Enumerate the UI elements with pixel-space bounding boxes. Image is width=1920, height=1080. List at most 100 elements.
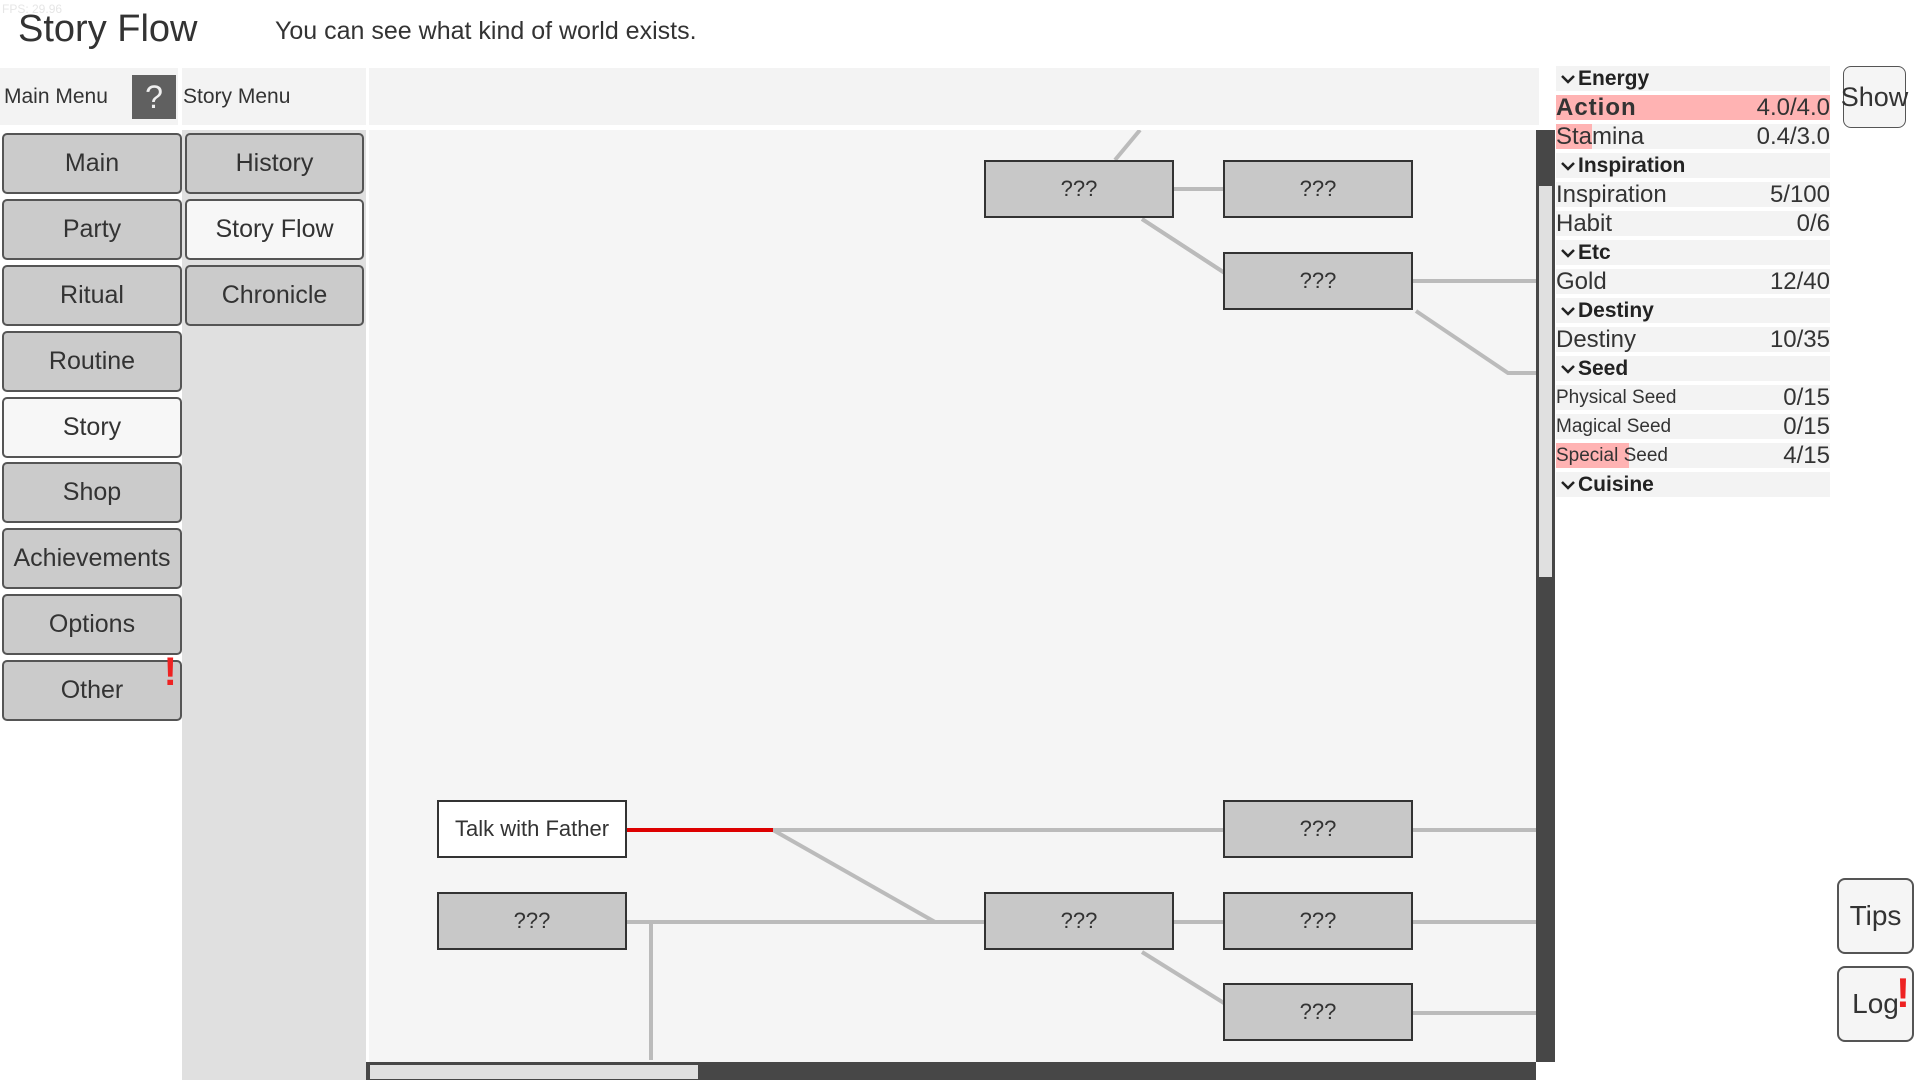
main-menu-item-story[interactable]: Story bbox=[2, 397, 182, 458]
connection-line bbox=[772, 828, 936, 924]
horizontal-scrollbar[interactable] bbox=[366, 1062, 1536, 1080]
stat-section-label: Destiny bbox=[1578, 298, 1654, 322]
node-label: ??? bbox=[1299, 999, 1337, 1024]
node-label: ??? bbox=[1060, 908, 1098, 933]
main-menu-item-party[interactable]: Party bbox=[2, 199, 182, 260]
story-node[interactable]: ??? bbox=[1223, 252, 1413, 310]
story-menu-item-chronicle[interactable]: Chronicle bbox=[185, 265, 364, 326]
menu-item-label: History bbox=[235, 149, 314, 177]
stat-value: 10/35 bbox=[1769, 327, 1830, 352]
story-menu-title: Story Menu bbox=[183, 84, 291, 108]
tips-button[interactable]: Tips bbox=[1837, 878, 1914, 954]
chevron-down-icon bbox=[1561, 248, 1575, 258]
main-menu-item-shop[interactable]: Shop bbox=[2, 462, 182, 523]
stat-label: Physical Seed bbox=[1556, 386, 1677, 408]
menu-item-label: Routine bbox=[48, 347, 136, 375]
alert-icon: ! bbox=[1896, 969, 1910, 1016]
chevron-down-icon bbox=[1561, 364, 1575, 374]
stat-section-inspiration[interactable]: Inspiration bbox=[1556, 153, 1830, 178]
menu-item-label: Party bbox=[62, 215, 122, 243]
story-node[interactable]: ??? bbox=[984, 160, 1174, 218]
menu-item-label: Story Flow bbox=[215, 215, 334, 243]
stat-section-cuisine[interactable]: Cuisine bbox=[1556, 472, 1830, 497]
main-menu-item-ritual[interactable]: Ritual bbox=[2, 265, 182, 326]
menu-item-label: Options bbox=[48, 610, 136, 638]
story-node[interactable]: ??? bbox=[1223, 892, 1413, 950]
horizontal-scrollbar-thumb[interactable] bbox=[370, 1065, 698, 1079]
stat-section-label: Energy bbox=[1578, 66, 1650, 90]
stat-value: 0.4/3.0 bbox=[1756, 124, 1830, 149]
menu-item-label: Chronicle bbox=[221, 281, 328, 309]
menu-item-label: Achievements bbox=[13, 544, 171, 572]
menu-item-label: Story bbox=[62, 413, 122, 441]
stat-value: 4/15 bbox=[1783, 443, 1830, 468]
stat-label: Gold bbox=[1556, 269, 1607, 294]
stat-row-stamina: Stamina 0.4/3.0 bbox=[1556, 124, 1830, 149]
menu-item-label: Shop bbox=[62, 478, 122, 506]
story-flow-canvas[interactable]: ??? ??? ??? Talk with Father ??? ??? ???… bbox=[369, 130, 1536, 1062]
stat-row-inspiration: Inspiration 5/100 bbox=[1556, 182, 1830, 207]
stat-row-gold: Gold 12/40 bbox=[1556, 269, 1830, 294]
log-button[interactable]: Log ! bbox=[1837, 966, 1914, 1042]
story-node[interactable]: ??? bbox=[1223, 160, 1413, 218]
main-menu-item-options[interactable]: Options bbox=[2, 594, 182, 655]
node-label: ??? bbox=[513, 908, 551, 933]
node-label: ??? bbox=[1299, 908, 1337, 933]
stat-section-label: Cuisine bbox=[1578, 472, 1654, 496]
stat-row-destiny: Destiny 10/35 bbox=[1556, 327, 1830, 352]
stat-section-destiny[interactable]: Destiny bbox=[1556, 298, 1830, 323]
stat-label: Stamina bbox=[1556, 124, 1645, 149]
menu-item-label: Main bbox=[64, 149, 120, 177]
page-title: Story Flow bbox=[18, 8, 198, 50]
stat-row-habit: Habit 0/6 bbox=[1556, 211, 1830, 236]
main-menu-title: Main Menu bbox=[4, 84, 108, 108]
stat-section-label: Inspiration bbox=[1578, 153, 1686, 177]
node-label: ??? bbox=[1299, 816, 1337, 841]
canvas-header-bar bbox=[369, 68, 1539, 125]
stat-label: Magical Seed bbox=[1556, 415, 1672, 437]
story-node[interactable]: ??? bbox=[437, 892, 627, 950]
node-label: ??? bbox=[1299, 176, 1337, 201]
node-label: ??? bbox=[1060, 176, 1098, 201]
story-menu-item-story-flow[interactable]: Story Flow bbox=[185, 199, 364, 260]
show-button[interactable]: Show bbox=[1841, 66, 1908, 128]
stat-label: Habit bbox=[1556, 211, 1613, 236]
chevron-down-icon bbox=[1561, 480, 1575, 490]
stat-value: 5/100 bbox=[1769, 182, 1830, 207]
main-menu-item-achievements[interactable]: Achievements bbox=[2, 528, 182, 589]
story-menu-item-history[interactable]: History bbox=[185, 133, 364, 194]
chevron-down-icon bbox=[1561, 74, 1575, 84]
node-label: Talk with Father bbox=[454, 816, 610, 841]
stat-section-energy[interactable]: Energy bbox=[1556, 66, 1830, 91]
stat-value: 0/15 bbox=[1783, 414, 1830, 439]
connection-line bbox=[1414, 309, 1536, 375]
stat-value: 0/15 bbox=[1783, 385, 1830, 410]
chevron-down-icon bbox=[1561, 161, 1575, 171]
stat-label: Action bbox=[1556, 95, 1637, 120]
story-node-talk-with-father[interactable]: Talk with Father bbox=[437, 800, 627, 858]
stat-label: Inspiration bbox=[1556, 182, 1667, 207]
help-button[interactable]: ? bbox=[132, 75, 176, 119]
alert-icon: ! bbox=[163, 650, 177, 694]
node-label: ??? bbox=[1299, 268, 1337, 293]
vertical-scrollbar-thumb[interactable] bbox=[1539, 186, 1552, 577]
main-menu-item-other[interactable]: Other! bbox=[2, 652, 182, 721]
story-menu-header: Story Menu bbox=[182, 68, 366, 125]
stat-section-label: Seed bbox=[1578, 356, 1629, 380]
stat-row-magical-seed: Magical Seed 0/15 bbox=[1556, 414, 1830, 439]
stat-label: Destiny bbox=[1556, 327, 1637, 352]
main-menu-item-routine[interactable]: Routine bbox=[2, 331, 182, 392]
menu-item-label: Ritual bbox=[60, 281, 124, 309]
menu-item-label: Other bbox=[60, 676, 124, 704]
log-label: Log bbox=[1852, 988, 1899, 1019]
connection-line bbox=[1113, 130, 1142, 162]
story-node[interactable]: ??? bbox=[1223, 800, 1413, 858]
stat-section-seed[interactable]: Seed bbox=[1556, 356, 1830, 381]
story-node[interactable]: ??? bbox=[1223, 983, 1413, 1041]
stat-row-physical-seed: Physical Seed 0/15 bbox=[1556, 385, 1830, 410]
stat-section-etc[interactable]: Etc bbox=[1556, 240, 1830, 265]
stat-row-action: Action 4.0/4.0 bbox=[1556, 95, 1830, 120]
story-node[interactable]: ??? bbox=[984, 892, 1174, 950]
main-menu-item-main[interactable]: Main bbox=[2, 133, 182, 194]
vertical-scrollbar[interactable] bbox=[1536, 130, 1555, 1062]
